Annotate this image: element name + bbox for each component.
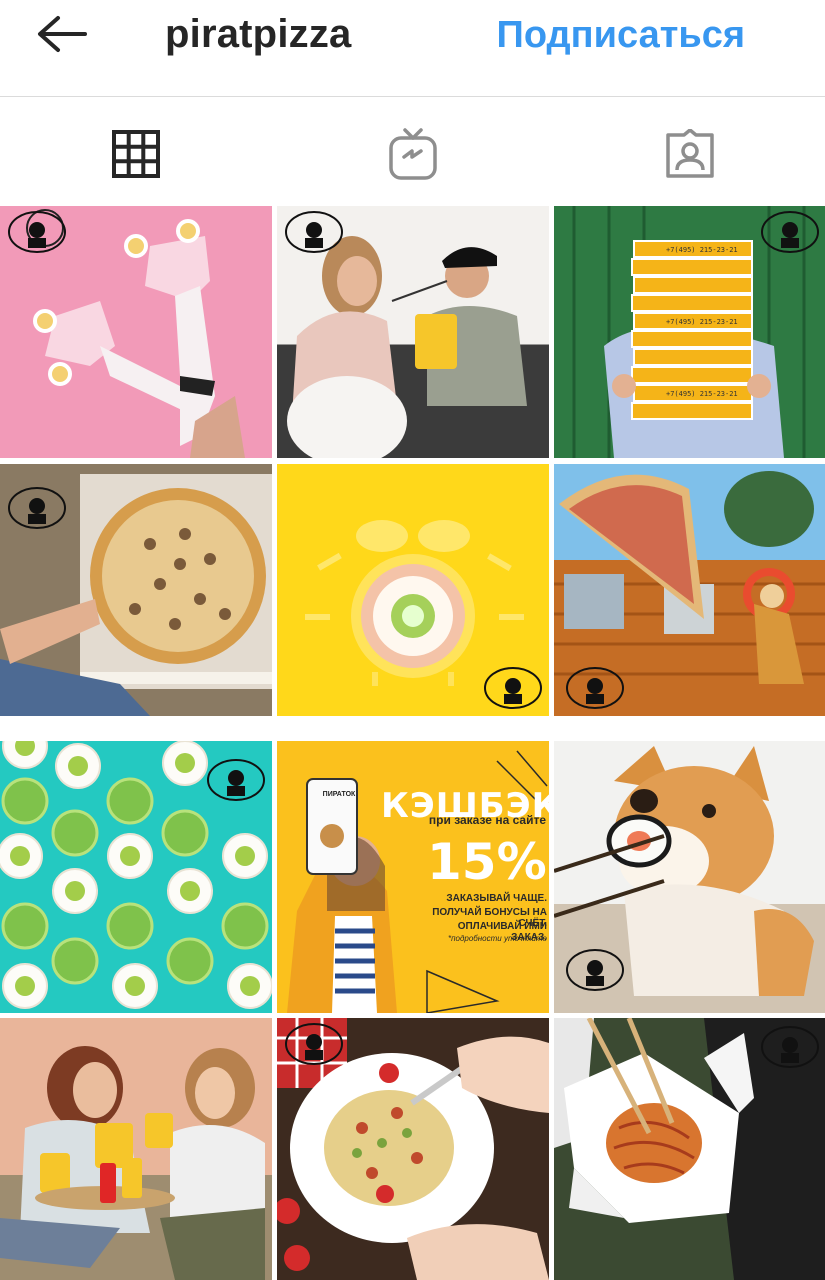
brand-logo-icon xyxy=(207,759,265,801)
posts-grid: +7(495) 215-23-21 +7(495) 215-23-21 +7(4… xyxy=(0,206,825,1280)
post-sushi-pattern[interactable] xyxy=(0,741,272,1013)
brand-logo-icon xyxy=(566,949,624,991)
tab-igtv[interactable] xyxy=(383,126,443,182)
post-cashback-promo[interactable]: ПИРАТОК КЭШБЭК при заказе на сайте 15% З… xyxy=(277,741,549,1013)
post-pizza-boxes[interactable]: +7(495) 215-23-21 +7(495) 215-23-21 +7(4… xyxy=(554,206,825,458)
brand-logo-icon xyxy=(285,211,343,253)
brand-logo-icon xyxy=(761,1026,819,1068)
post-girls-wok[interactable] xyxy=(0,1018,272,1280)
promo-subtitle: при заказе на сайте xyxy=(428,813,546,827)
post-alarm-clock-roll[interactable] xyxy=(277,464,549,716)
follow-button[interactable]: Подписаться xyxy=(497,14,745,57)
brand-logo-icon xyxy=(484,667,542,709)
promo-percent: 15% xyxy=(427,833,547,891)
post-pizza-slice-kiosk[interactable] xyxy=(554,464,825,716)
post-shiba-sushi[interactable] xyxy=(554,741,825,1013)
box-phone-label: +7(495) 215-23-21 xyxy=(666,318,738,326)
profile-username: piratpizza xyxy=(165,12,352,56)
tab-tagged[interactable] xyxy=(660,126,720,182)
brand-logo-icon xyxy=(566,667,624,709)
post-roller-skates[interactable] xyxy=(0,206,272,458)
post-mushroom-pizza[interactable] xyxy=(0,464,272,716)
post-couple-sofa[interactable] xyxy=(277,206,549,458)
igtv-icon xyxy=(389,128,437,180)
grid-icon xyxy=(112,130,160,178)
brand-logo-icon xyxy=(8,211,66,253)
back-arrow-icon[interactable] xyxy=(30,12,100,62)
promo-line: ЗАКАЗЫВАЙ ЧАЩЕ. xyxy=(446,893,547,904)
promo-note: *подробности уточняйте xyxy=(447,934,547,943)
brand-logo-icon xyxy=(761,211,819,253)
box-phone-label: +7(495) 215-23-21 xyxy=(666,390,738,398)
tab-grid[interactable] xyxy=(106,126,166,182)
brand-logo-icon xyxy=(285,1023,343,1065)
post-pasta-plate[interactable] xyxy=(277,1018,549,1280)
profile-header: piratpizza Подписаться xyxy=(0,0,825,97)
brand-logo-icon xyxy=(8,487,66,529)
phone-screen-label: ПИРАТОК xyxy=(322,791,356,798)
post-noodle-box[interactable] xyxy=(554,1018,825,1280)
box-phone-label: +7(495) 215-23-21 xyxy=(666,246,738,254)
tagged-icon xyxy=(666,129,714,178)
profile-tabs xyxy=(0,98,825,205)
